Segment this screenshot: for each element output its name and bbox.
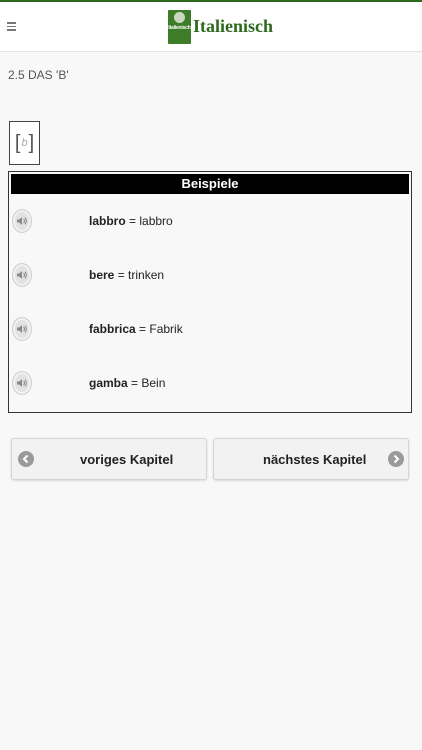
translation: trinken (128, 268, 165, 282)
example-text: fabbrica = Fabrik (89, 322, 183, 336)
speaker-icon[interactable] (12, 209, 32, 233)
hamburger-menu-icon[interactable] (7, 22, 16, 31)
example-text: gamba = Bein (89, 376, 165, 390)
italian-word: bere (89, 268, 115, 282)
phoneme-symbol: b (21, 137, 28, 149)
italian-word: gamba (89, 376, 128, 390)
example-row: gamba = Bein (9, 370, 411, 400)
speaker-icon[interactable] (12, 371, 32, 395)
speaker-icon[interactable] (12, 317, 32, 341)
separator: = (125, 214, 140, 228)
speaker-icon[interactable] (12, 263, 32, 287)
arrow-left-circle-icon (18, 451, 34, 467)
previous-chapter-label: voriges Kapitel (80, 452, 174, 467)
arrow-right-circle-icon (388, 451, 404, 467)
separator: = (135, 322, 150, 336)
example-text: bere = trinken (89, 268, 164, 282)
chapter-title: 2.5 DAS 'B' (8, 68, 69, 82)
brand-title: Italienisch (193, 16, 274, 36)
previous-chapter-button[interactable]: voriges Kapitel (11, 438, 207, 480)
example-text: labbro = labbro (89, 214, 173, 228)
bracket-open: [ (14, 131, 21, 154)
italian-word: fabbrica (89, 322, 136, 336)
separator: = (114, 268, 129, 282)
translation: Bein (141, 376, 166, 390)
italian-word: labbro (89, 214, 126, 228)
translation: Fabrik (149, 322, 183, 336)
logo-text: Italienisch (168, 25, 191, 31)
italian-app-logo-icon: Italienisch (168, 10, 191, 44)
separator: = (127, 376, 142, 390)
next-chapter-button[interactable]: nächstes Kapitel (213, 438, 409, 480)
example-row: bere = trinken (9, 262, 411, 292)
translation: labbro (139, 214, 173, 228)
bracket-close: ] (28, 131, 35, 154)
examples-heading: Beispiele (11, 174, 409, 194)
example-row: labbro = labbro (9, 208, 411, 238)
app-header: Italienisch Italienisch (0, 2, 422, 52)
next-chapter-label: nächstes Kapitel (263, 452, 367, 467)
examples-table: Beispiele labbro = labbro bere = trinken… (8, 171, 412, 413)
phoneme-display: [ b ] (9, 121, 40, 165)
example-row: fabbrica = Fabrik (9, 316, 411, 346)
